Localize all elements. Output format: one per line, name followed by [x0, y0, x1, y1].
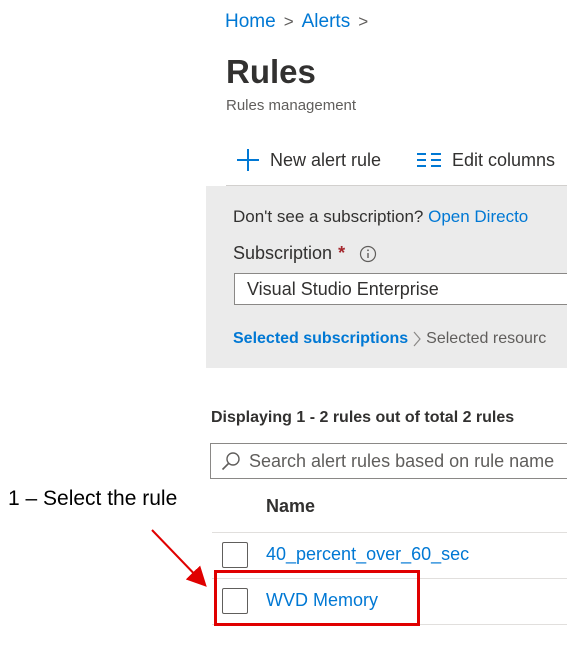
- subscription-label-text: Subscription: [233, 243, 333, 263]
- search-icon: [221, 451, 241, 471]
- page-subtitle: Rules management: [226, 97, 357, 114]
- open-directory-link[interactable]: Open Directo: [428, 207, 528, 226]
- search-box[interactable]: [210, 443, 567, 479]
- selected-subscriptions-link[interactable]: Selected subscriptions: [233, 330, 408, 348]
- columns-icon: [416, 151, 442, 169]
- new-alert-rule-label: New alert rule: [270, 149, 382, 170]
- breadcrumb-separator: >: [283, 12, 294, 31]
- info-icon[interactable]: [359, 245, 377, 263]
- column-header-name[interactable]: Name: [266, 496, 315, 517]
- rules-count: Displaying 1 - 2 rules out of total 2 ru…: [211, 409, 515, 426]
- subscription-label: Subscription *: [233, 243, 377, 264]
- annotation-label: 1 – Select the rule: [8, 487, 178, 510]
- chevron-right-icon: [412, 330, 422, 348]
- page-title: Rules: [226, 53, 316, 90]
- subscription-notice: Don't see a subscription? Open Directo: [233, 207, 528, 227]
- notice-text: Don't see a subscription?: [233, 207, 424, 226]
- search-input[interactable]: [247, 449, 567, 473]
- plus-icon: [236, 148, 260, 172]
- row-checkbox[interactable]: [222, 542, 248, 568]
- breadcrumb-separator: >: [358, 12, 369, 31]
- breadcrumb-home[interactable]: Home: [225, 11, 276, 32]
- header-divider: [212, 532, 567, 533]
- annotation-arrow: [151, 529, 207, 587]
- subscription-select[interactable]: Visual Studio Enterprise: [234, 273, 567, 305]
- edit-columns-button[interactable]: Edit columns: [416, 147, 555, 173]
- highlight-box: [214, 570, 420, 626]
- scope-breadcrumb: Selected subscriptions Selected resourc: [233, 330, 546, 348]
- breadcrumb-alerts[interactable]: Alerts: [302, 11, 351, 32]
- rule-link[interactable]: 40_percent_over_60_sec: [266, 544, 469, 565]
- new-alert-rule-button[interactable]: New alert rule: [236, 147, 381, 173]
- selected-resources-link[interactable]: Selected resourc: [426, 330, 546, 348]
- required-marker: *: [338, 243, 346, 263]
- edit-columns-label: Edit columns: [452, 149, 556, 170]
- breadcrumb: Home > Alerts >: [225, 11, 376, 33]
